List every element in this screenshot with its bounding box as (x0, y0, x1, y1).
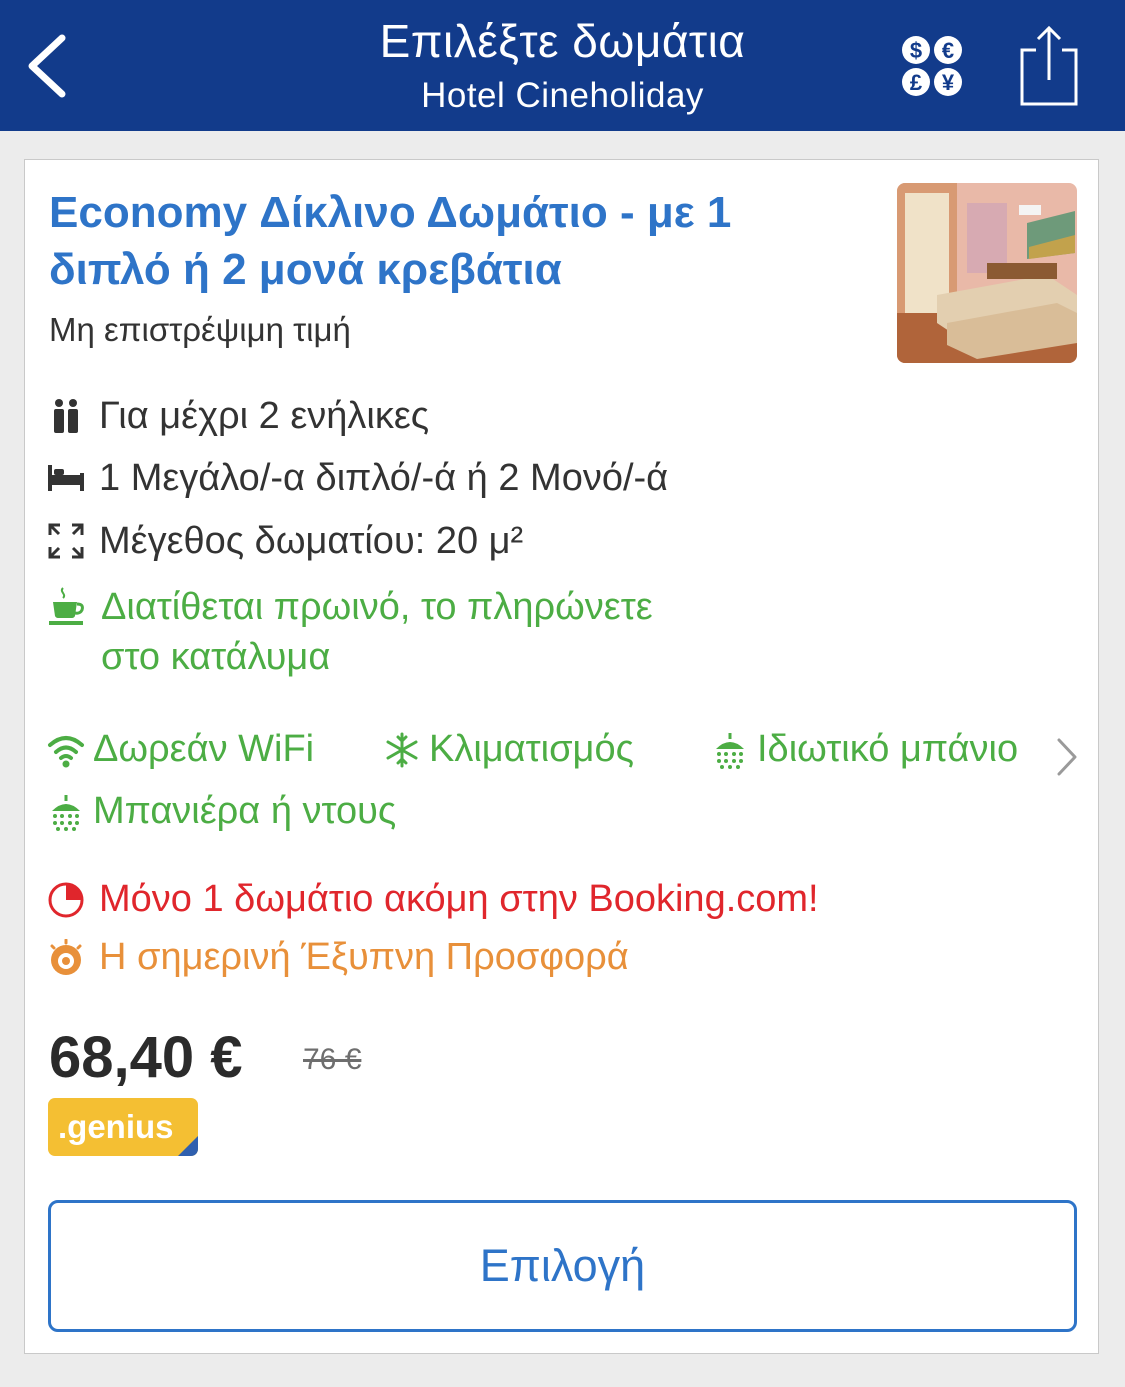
wifi-icon (47, 731, 85, 769)
select-room-button[interactable]: Επιλογή (48, 1200, 1077, 1332)
page-title: Επιλέξτε δωμάτια (379, 15, 746, 67)
facility-bathtub-or-shower-text: Μπανιέρα ή ντους (93, 790, 397, 832)
header-titles: Επιλέξτε δωμάτια Hotel Cineholiday (260, 10, 865, 120)
room-size-icon (47, 522, 85, 560)
bed-icon (47, 459, 85, 497)
current-price: 68,40 € (49, 1025, 243, 1090)
feature-size: Μέγεθος δωματίου: 20 μ² (47, 515, 523, 567)
facility-wifi-text: Δωρεάν WiFi (93, 728, 315, 770)
currency-symbol-euro: € (942, 38, 954, 63)
feature-guests: Για μέχρι 2 ενήλικες (47, 390, 429, 442)
refund-policy: Μη επιστρέψιμη τιμή (49, 311, 351, 348)
shower-icon (711, 731, 749, 769)
currency-icon: $ € £ ¥ (902, 36, 962, 96)
snowflake-icon (383, 731, 421, 769)
guests-icon (47, 397, 85, 435)
facility-bathtub-or-shower: Μπανιέρα ή ντους (47, 790, 396, 833)
coffee-cup-icon (49, 586, 85, 626)
facility-wifi: Δωρεάν WiFi (47, 728, 314, 771)
availability-alert: Μόνο 1 δωμάτιο ακόμη στην Booking.com! (47, 878, 819, 921)
clock-pie-icon (47, 881, 85, 919)
chevron-left-icon (28, 34, 66, 98)
chevron-right-icon (1057, 738, 1077, 776)
currency-symbol-pound: £ (910, 70, 923, 95)
smart-deal-text: Η σημερινή Έξυπνη Προσφορά (99, 936, 629, 978)
feature-guests-text: Για μέχρι 2 ενήλικες (99, 394, 430, 437)
currency-button[interactable]: $ € £ ¥ (900, 34, 966, 98)
room-card: Economy Δίκλινο Δωμάτιο - με 1 διπλό ή 2… (24, 159, 1099, 1354)
facility-air-conditioning-text: Κλιματισμός (429, 728, 634, 770)
breakfast-text-line1: Διατίθεται πρωινό, το πληρώνετε (101, 586, 653, 628)
breakfast-info: Διατίθεται πρωινό, το πληρώνετε στο κατά… (49, 582, 809, 682)
genius-badge-corner (178, 1136, 198, 1156)
breakfast-text-line2: στο κατάλυμα (101, 636, 331, 678)
feature-beds: 1 Μεγάλο/-α διπλό/-ά ή 2 Μονό/-ά (47, 452, 668, 504)
room-photo[interactable] (897, 183, 1077, 363)
smart-deal-icon (47, 938, 85, 977)
facilities-more-button[interactable] (1051, 734, 1081, 780)
share-icon (1020, 25, 1078, 106)
currency-symbol-yen: ¥ (942, 70, 955, 95)
room-photo-image (897, 183, 1077, 363)
feature-size-text: Μέγεθος δωματίου: 20 μ² (99, 519, 524, 562)
facility-air-conditioning: Κλιματισμός (383, 728, 634, 771)
room-title[interactable]: Economy Δίκλινο Δωμάτιο - με 1 διπλό ή 2… (49, 184, 849, 298)
genius-badge: .genius (48, 1098, 198, 1156)
smart-deal: Η σημερινή Έξυπνη Προσφορά (47, 936, 629, 979)
feature-beds-text: 1 Μεγάλο/-α διπλό/-ά ή 2 Μονό/-ά (99, 456, 669, 499)
share-button[interactable] (1014, 22, 1084, 110)
genius-badge-text: .genius (58, 1108, 174, 1145)
currency-symbol-dollar: $ (910, 38, 922, 63)
shower-icon (47, 793, 85, 831)
original-price: 76 € (303, 1043, 362, 1076)
facility-private-bathroom-text: Ιδιωτικό μπάνιο (757, 728, 1019, 770)
back-button[interactable] (18, 20, 88, 110)
facility-private-bathroom: Ιδιωτικό μπάνιο (711, 728, 1018, 771)
header-bar: Επιλέξτε δωμάτια Hotel Cineholiday $ € £… (0, 0, 1125, 131)
availability-alert-text: Μόνο 1 δωμάτιο ακόμη στην Booking.com! (99, 878, 819, 920)
hotel-name: Hotel Cineholiday (421, 76, 704, 115)
